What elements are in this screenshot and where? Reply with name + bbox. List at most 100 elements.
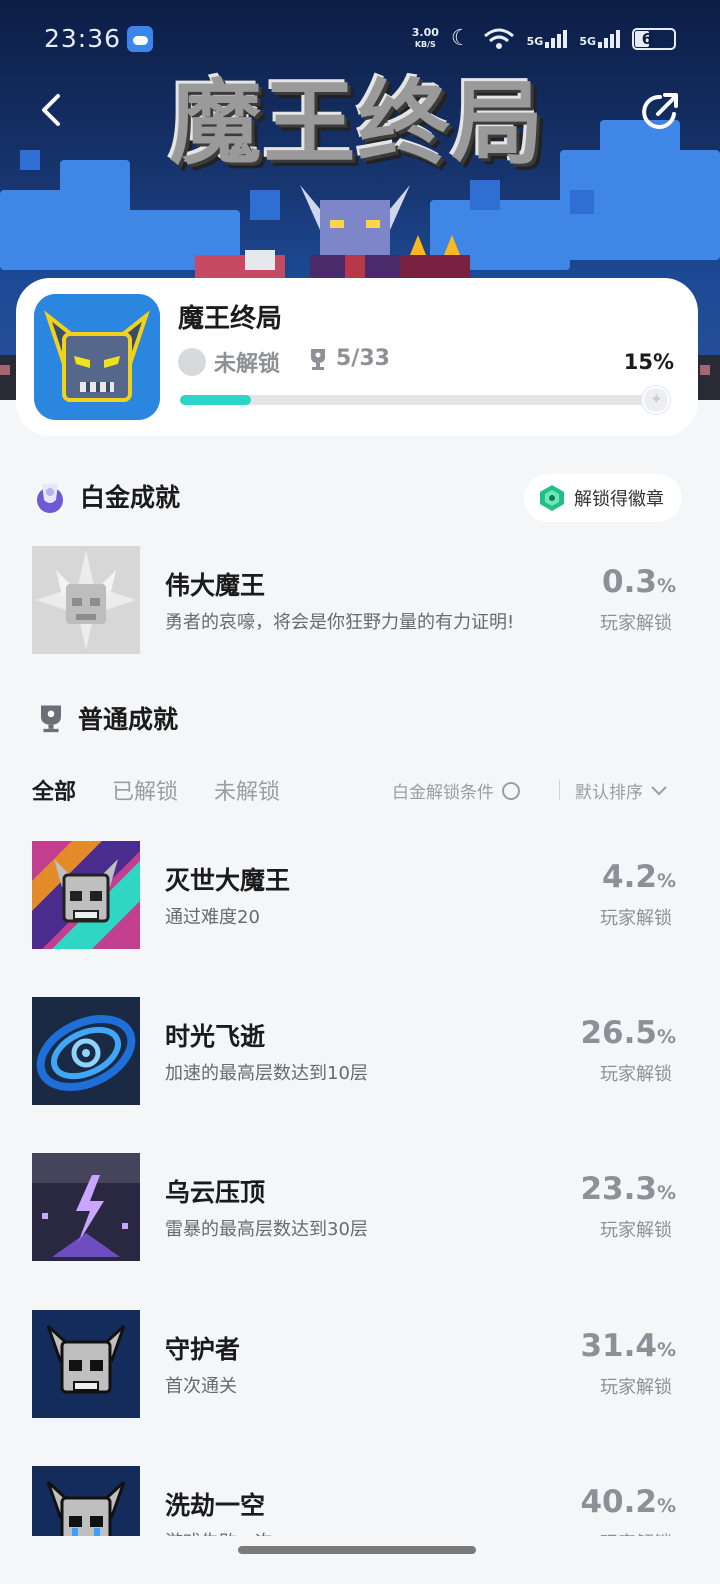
achievement-row[interactable]: 乌云压顶 雷暴的最高层数达到30层 23.3% 玩家解锁 bbox=[32, 1153, 682, 1261]
moon-icon: ☾ bbox=[450, 26, 471, 51]
chevron-down-icon bbox=[651, 785, 667, 795]
progress-goal-icon bbox=[642, 386, 670, 414]
guardian-skull-icon bbox=[32, 1310, 140, 1418]
achievement-image bbox=[32, 1153, 140, 1261]
locked-skull-icon bbox=[32, 546, 140, 654]
rainbow-skull-icon bbox=[32, 841, 140, 949]
home-indicator[interactable] bbox=[238, 1546, 476, 1554]
achievement-percent-value: 0.3 bbox=[602, 564, 657, 600]
achievement-percent-unit: % bbox=[656, 1339, 676, 1361]
achievement-percent-value: 4.2 bbox=[602, 859, 657, 895]
achievement-title: 洗劫一空 bbox=[165, 1491, 266, 1520]
banner-pixel bbox=[570, 190, 594, 214]
achievement-desc: 首次通关 bbox=[165, 1376, 237, 1397]
platinum-condition-label: 白金解锁条件 bbox=[392, 783, 494, 803]
badge-gem-icon bbox=[540, 485, 564, 511]
achievement-percent: 26.5% bbox=[580, 1015, 676, 1051]
achievement-row[interactable]: 灭世大魔王 通过难度20 4.2% 玩家解锁 bbox=[32, 841, 682, 949]
banner-cloud bbox=[60, 160, 130, 200]
normal-section-header: 普通成就 bbox=[36, 700, 178, 736]
achievement-percent-unit: % bbox=[656, 1182, 676, 1204]
achievement-title: 乌云压顶 bbox=[165, 1178, 266, 1207]
demon-skull-icon bbox=[34, 294, 160, 420]
achievement-desc: 加速的最高层数达到10层 bbox=[165, 1063, 368, 1084]
achievement-image bbox=[32, 841, 140, 949]
banner-pixel bbox=[250, 190, 280, 220]
tab-unlocked[interactable]: 已解锁 bbox=[112, 774, 178, 806]
achievement-image bbox=[32, 546, 140, 654]
achievement-title: 时光飞逝 bbox=[165, 1022, 266, 1051]
banner-pixel bbox=[20, 150, 40, 170]
bottom-gesture-area bbox=[0, 1536, 720, 1584]
time-vortex-icon bbox=[32, 997, 140, 1105]
wifi-icon bbox=[483, 28, 514, 49]
banner-pixel bbox=[470, 180, 500, 210]
weather-app-icon bbox=[127, 26, 153, 52]
unlock-badge-label: 解锁得徽章 bbox=[574, 489, 664, 510]
tab-all[interactable]: 全部 bbox=[32, 774, 76, 806]
normal-section-title: 普通成就 bbox=[78, 705, 179, 734]
achievement-row[interactable]: 守护者 首次通关 31.4% 玩家解锁 bbox=[32, 1310, 682, 1418]
chevron-left-icon bbox=[42, 94, 60, 126]
sort-dropdown[interactable]: 默认排序 bbox=[575, 778, 667, 803]
achievement-percent-label: 玩家解锁 bbox=[600, 908, 672, 929]
achievement-title: 守护者 bbox=[165, 1335, 241, 1364]
achievement-percent-unit: % bbox=[656, 870, 676, 892]
signal-1-label: 5G bbox=[526, 34, 544, 48]
trophy-count: 5/33 bbox=[308, 346, 390, 371]
signal-2-icon: 5G bbox=[579, 29, 620, 48]
achievement-percent-unit: % bbox=[656, 1026, 676, 1048]
achievement-percent-label: 玩家解锁 bbox=[600, 1220, 672, 1241]
trophy-count-label: 5/33 bbox=[336, 346, 390, 371]
achievement-desc: 勇者的哀嚎，将会是你狂野力量的有力证明! bbox=[165, 612, 515, 633]
achievement-image bbox=[32, 997, 140, 1105]
achievement-percent: 23.3% bbox=[580, 1171, 676, 1207]
platinum-section-header: 白金成就 bbox=[32, 478, 180, 514]
battery-level: 6 bbox=[641, 29, 653, 48]
trophy-icon bbox=[41, 705, 61, 733]
achievement-title: 伟大魔王 bbox=[165, 571, 266, 600]
status-bar: 23:36 3.00 KB/S ☾ 5G 5G 6 bbox=[0, 22, 720, 58]
achievement-desc: 雷暴的最高层数达到30层 bbox=[165, 1219, 368, 1240]
progress-fill bbox=[180, 395, 252, 405]
achievement-percent: 4.2% bbox=[602, 859, 676, 895]
battery-icon: 6 bbox=[632, 27, 676, 50]
achievement-percent-label: 玩家解锁 bbox=[600, 1377, 672, 1398]
platinum-achievement-row[interactable]: 伟大魔王 勇者的哀嚎，将会是你狂野力量的有力证明! 0.3% 玩家解锁 bbox=[32, 546, 682, 654]
banner-cloud bbox=[0, 190, 130, 270]
achievement-percent: 40.2% bbox=[580, 1484, 676, 1520]
game-logo: 魔王终局 bbox=[165, 60, 550, 177]
achievement-percent: 31.4% bbox=[580, 1328, 676, 1364]
network-speed: 3.00 KB/S bbox=[411, 26, 439, 49]
platinum-section-title: 白金成就 bbox=[80, 483, 181, 512]
achievement-percent-value: 26.5 bbox=[580, 1015, 657, 1051]
achievement-filter-tabs: 全部 已解锁 未解锁 白金解锁条件 默认排序 bbox=[32, 774, 682, 808]
tab-locked[interactable]: 未解锁 bbox=[214, 774, 280, 806]
achievement-desc: 通过难度20 bbox=[165, 907, 260, 928]
achievement-percent-value: 31.4 bbox=[580, 1328, 657, 1364]
unlock-badge-button[interactable]: 解锁得徽章 bbox=[524, 474, 682, 522]
divider bbox=[559, 780, 560, 800]
share-button[interactable] bbox=[638, 90, 682, 134]
platinum-lock-state: 未解锁 bbox=[178, 346, 280, 378]
platinum-medal-icon bbox=[178, 348, 206, 376]
achievement-percent-unit: % bbox=[656, 575, 676, 597]
progress-percent: 15% bbox=[623, 350, 674, 374]
game-summary-card: 魔王终局 未解锁 5/33 15% bbox=[16, 278, 698, 436]
platinum-condition-toggle[interactable]: 白金解锁条件 bbox=[392, 778, 520, 803]
back-button[interactable] bbox=[30, 88, 74, 132]
radio-icon bbox=[502, 781, 520, 800]
achievement-percent-value: 23.3 bbox=[580, 1171, 657, 1207]
achievement-percent-label: 玩家解锁 bbox=[600, 613, 672, 634]
share-icon bbox=[642, 93, 678, 129]
achievement-row[interactable]: 时光飞逝 加速的最高层数达到10层 26.5% 玩家解锁 bbox=[32, 997, 682, 1105]
thunderstorm-icon bbox=[32, 1153, 140, 1261]
platinum-cup-icon bbox=[37, 484, 63, 513]
signal-2-label: 5G bbox=[579, 34, 596, 48]
game-icon bbox=[34, 294, 160, 420]
achievement-title: 灭世大魔王 bbox=[165, 866, 291, 895]
game-logo-text: 魔王终局 bbox=[169, 68, 546, 177]
achievement-percent-unit: % bbox=[656, 1495, 676, 1517]
progress-bar bbox=[180, 395, 656, 405]
trophy-icon bbox=[311, 348, 325, 370]
